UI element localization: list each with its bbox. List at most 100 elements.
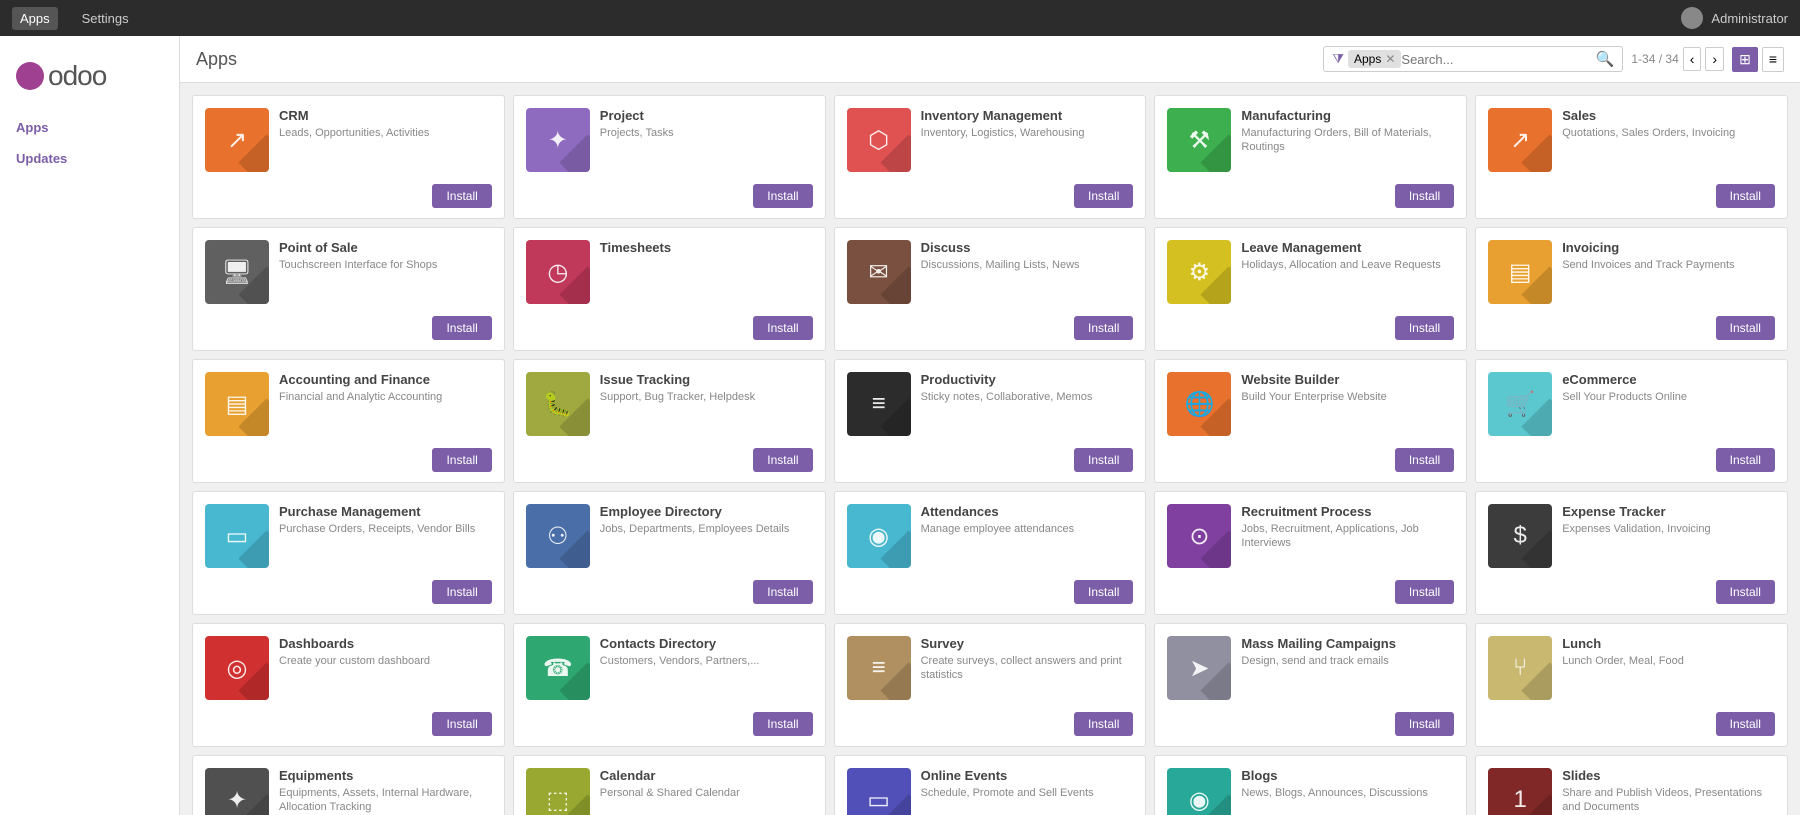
- app-info: Productivity Sticky notes, Collaborative…: [921, 372, 1134, 436]
- nav-apps[interactable]: Apps: [12, 7, 58, 30]
- app-icon: ⊙: [1167, 504, 1231, 568]
- app-icon: ⚇: [526, 504, 590, 568]
- install-button[interactable]: Install: [753, 448, 812, 472]
- app-icon: ↗: [1488, 108, 1552, 172]
- app-info: Employee Directory Jobs, Departments, Em…: [600, 504, 813, 568]
- app-card-body: 🐛 Issue Tracking Support, Bug Tracker, H…: [514, 360, 825, 448]
- install-button[interactable]: Install: [432, 184, 491, 208]
- install-button[interactable]: Install: [1716, 184, 1775, 208]
- app-icon: 🌐: [1167, 372, 1231, 436]
- prev-page-button[interactable]: ‹: [1683, 47, 1702, 71]
- app-icon: ⚒: [1167, 108, 1231, 172]
- app-icon-symbol: ◎: [227, 654, 248, 683]
- app-info: Recruitment Process Jobs, Recruitment, A…: [1241, 504, 1454, 568]
- search-input[interactable]: [1401, 52, 1595, 67]
- install-button[interactable]: Install: [1395, 316, 1454, 340]
- app-card-calendar: ⬚ Calendar Personal & Shared Calendar In…: [513, 755, 826, 815]
- app-icon-symbol: ☎: [543, 654, 573, 683]
- sidebar-logo: odoo: [0, 52, 179, 112]
- install-button[interactable]: Install: [753, 184, 812, 208]
- app-card-employee-directory: ⚇ Employee Directory Jobs, Departments, …: [513, 491, 826, 615]
- app-card-footer: Install: [1476, 184, 1787, 218]
- app-icon: ▤: [205, 372, 269, 436]
- app-info: Equipments Equipments, Assets, Internal …: [279, 768, 492, 815]
- install-button[interactable]: Install: [1074, 580, 1133, 604]
- app-icon: ◎: [205, 636, 269, 700]
- install-button[interactable]: Install: [1395, 580, 1454, 604]
- app-desc: Send Invoices and Track Payments: [1562, 258, 1775, 272]
- apps-grid: ↗ CRM Leads, Opportunities, Activities I…: [180, 83, 1800, 815]
- top-nav-right: Administrator: [1681, 7, 1788, 29]
- app-info: Attendances Manage employee attendances: [921, 504, 1134, 568]
- sidebar-item-apps[interactable]: Apps: [0, 112, 179, 143]
- app-card-attendances: ◉ Attendances Manage employee attendance…: [834, 491, 1147, 615]
- install-button[interactable]: Install: [753, 580, 812, 604]
- install-button[interactable]: Install: [432, 712, 491, 736]
- search-icon[interactable]: 🔍: [1596, 50, 1615, 68]
- app-info: Leave Management Holidays, Allocation an…: [1241, 240, 1454, 304]
- app-info: Online Events Schedule, Promote and Sell…: [921, 768, 1134, 815]
- install-button[interactable]: Install: [1074, 712, 1133, 736]
- app-info: Purchase Management Purchase Orders, Rec…: [279, 504, 492, 568]
- app-icon: ≡: [847, 636, 911, 700]
- app-card-body: 🛒 eCommerce Sell Your Products Online: [1476, 360, 1787, 448]
- app-card-footer: Install: [193, 712, 504, 746]
- install-button[interactable]: Install: [1074, 448, 1133, 472]
- app-name: Attendances: [921, 504, 1134, 519]
- app-card-footer: Install: [1155, 580, 1466, 614]
- app-card-crm: ↗ CRM Leads, Opportunities, Activities I…: [192, 95, 505, 219]
- app-icon-symbol: ◉: [1189, 786, 1210, 815]
- install-button[interactable]: Install: [1716, 316, 1775, 340]
- app-icon: 🛒: [1488, 372, 1552, 436]
- list-view-button[interactable]: ≡: [1762, 47, 1784, 72]
- install-button[interactable]: Install: [1716, 448, 1775, 472]
- app-info: Sales Quotations, Sales Orders, Invoicin…: [1562, 108, 1775, 172]
- install-button[interactable]: Install: [432, 580, 491, 604]
- app-icon-symbol: ◷: [547, 258, 568, 287]
- install-button[interactable]: Install: [1395, 448, 1454, 472]
- app-icon-symbol: ▤: [226, 390, 249, 419]
- filter-tag-remove[interactable]: ✕: [1385, 52, 1395, 66]
- app-card-body: ▤ Invoicing Send Invoices and Track Paym…: [1476, 228, 1787, 316]
- install-button[interactable]: Install: [1716, 712, 1775, 736]
- user-avatar: [1681, 7, 1703, 29]
- install-button[interactable]: Install: [753, 316, 812, 340]
- app-name: Blogs: [1241, 768, 1454, 783]
- next-page-button[interactable]: ›: [1705, 47, 1724, 71]
- install-button[interactable]: Install: [753, 712, 812, 736]
- app-name: eCommerce: [1562, 372, 1775, 387]
- app-name: Survey: [921, 636, 1134, 651]
- app-card-lunch: ⑂ Lunch Lunch Order, Meal, Food Install: [1475, 623, 1788, 747]
- app-icon: ⑂: [1488, 636, 1552, 700]
- app-card-body: ☎ Contacts Directory Customers, Vendors,…: [514, 624, 825, 712]
- app-card-body: ↗ Sales Quotations, Sales Orders, Invoic…: [1476, 96, 1787, 184]
- app-desc: Discussions, Mailing Lists, News: [921, 258, 1134, 272]
- app-name: Timesheets: [600, 240, 813, 255]
- app-icon: ⬚: [526, 768, 590, 815]
- app-desc: Leads, Opportunities, Activities: [279, 126, 492, 140]
- app-card-footer: Install: [193, 448, 504, 482]
- app-icon-symbol: 🖥: [222, 258, 252, 287]
- app-card-discuss: ✉ Discuss Discussions, Mailing Lists, Ne…: [834, 227, 1147, 351]
- nav-settings[interactable]: Settings: [74, 7, 137, 30]
- install-button[interactable]: Install: [1395, 712, 1454, 736]
- grid-view-button[interactable]: ⊞: [1732, 47, 1758, 72]
- filter-funnel-icon: ⧩: [1332, 51, 1344, 67]
- sidebar-item-updates[interactable]: Updates: [0, 143, 179, 174]
- install-button[interactable]: Install: [432, 316, 491, 340]
- install-button[interactable]: Install: [1716, 580, 1775, 604]
- app-info: Slides Share and Publish Videos, Present…: [1562, 768, 1775, 815]
- app-card-footer: Install: [1155, 712, 1466, 746]
- app-icon-symbol: ✦: [548, 126, 568, 155]
- app-card-body: ⊙ Recruitment Process Jobs, Recruitment,…: [1155, 492, 1466, 580]
- app-desc: Personal & Shared Calendar: [600, 786, 813, 800]
- install-button[interactable]: Install: [1395, 184, 1454, 208]
- install-button[interactable]: Install: [1074, 316, 1133, 340]
- install-button[interactable]: Install: [1074, 184, 1133, 208]
- install-button[interactable]: Install: [432, 448, 491, 472]
- app-icon: ↗: [205, 108, 269, 172]
- top-nav-left: Apps Settings: [12, 7, 137, 30]
- app-card-mass-mailing-campaigns: ➤ Mass Mailing Campaigns Design, send an…: [1154, 623, 1467, 747]
- app-card-accounting-and-finance: ▤ Accounting and Finance Financial and A…: [192, 359, 505, 483]
- app-card-dashboards: ◎ Dashboards Create your custom dashboar…: [192, 623, 505, 747]
